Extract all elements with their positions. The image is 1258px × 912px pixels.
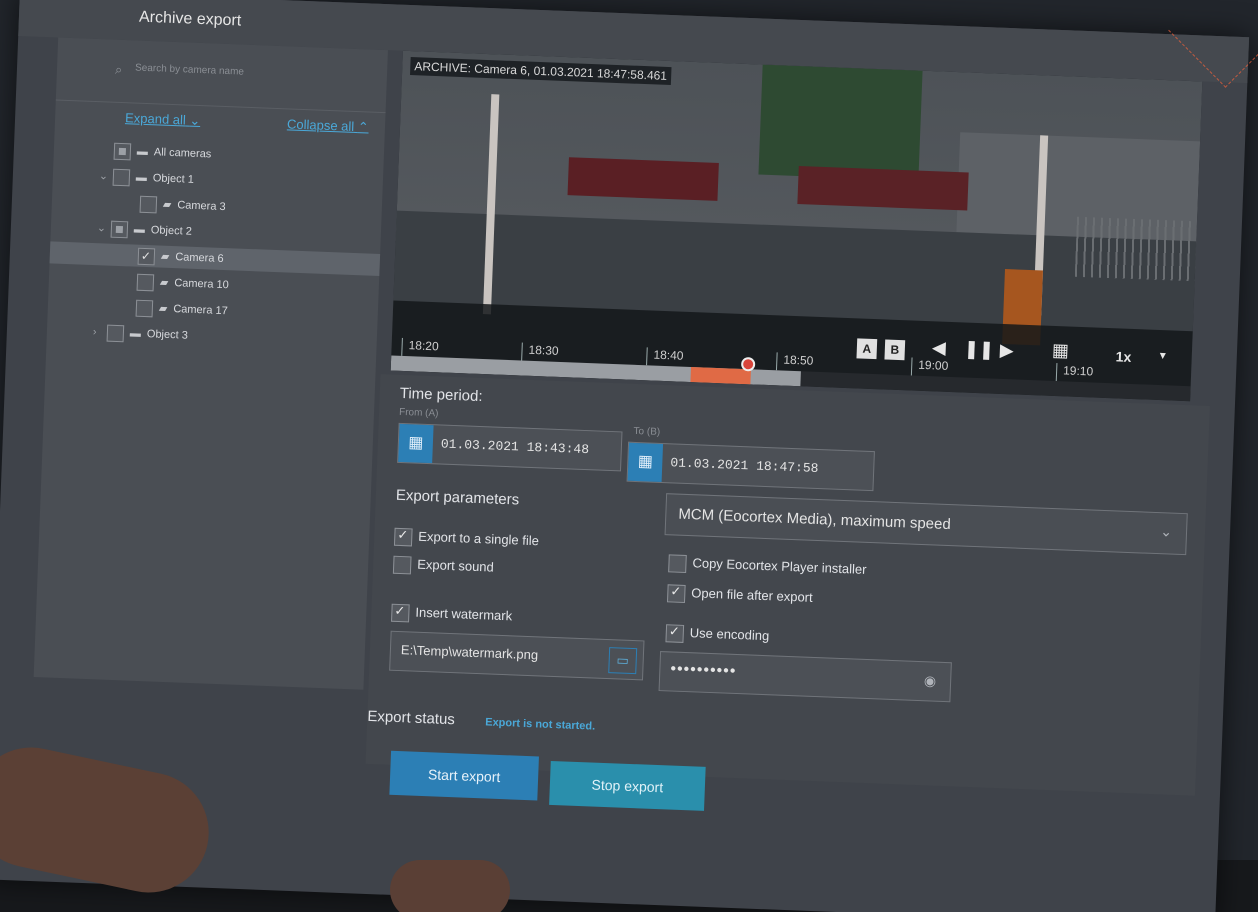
checkbox[interactable]	[393, 527, 413, 547]
to-date-field[interactable]: ▦ 01.03.2021 18:47:58	[626, 441, 875, 492]
checkbox[interactable]	[665, 623, 685, 643]
tree-checkbox[interactable]	[135, 299, 154, 317]
checkbox[interactable]	[668, 553, 687, 573]
export-range[interactable]	[690, 367, 751, 385]
export-parameters-title: Export parameters	[395, 486, 520, 509]
time-period-title: Time period:	[399, 384, 483, 406]
play-icon[interactable]: ▶	[999, 340, 1015, 362]
timeline-tick: 18:20	[401, 337, 439, 358]
format-select[interactable]: MCM (Eocortex Media), maximum speed ⌄	[664, 493, 1188, 556]
checkbox-label: Copy Eocortex Player installer	[692, 555, 867, 577]
timeline-tick: 18:40	[646, 347, 684, 367]
hand	[390, 860, 510, 912]
export-status-label: Export status	[367, 707, 456, 729]
copy-player-checkbox[interactable]: Copy Eocortex Player installer	[668, 553, 867, 579]
timeline-tick: 18:30	[521, 342, 559, 362]
chevron-down-icon: ⌄	[1160, 523, 1173, 540]
camera-icon: ▰	[160, 250, 170, 263]
from-label: From (A)	[398, 406, 439, 420]
checkbox-label: Export to a single file	[418, 528, 540, 549]
chevron-up-icon: ⌃	[357, 119, 370, 135]
insert-watermark-checkbox[interactable]: Insert watermark	[391, 603, 512, 626]
speed-selector[interactable]: 1x	[1115, 348, 1131, 365]
to-date-value: 01.03.2021 18:47:58	[670, 455, 819, 476]
watermark-path-value: E:\Temp\watermark.png	[400, 642, 539, 663]
calendar-icon[interactable]: ▦	[398, 423, 434, 464]
calendar-icon[interactable]: ▦	[1052, 340, 1070, 362]
collapse-all-label: Collapse all	[286, 116, 355, 134]
timeline-tick: 18:50	[775, 352, 814, 372]
scene: Archive export ⌕ Search by camera name E…	[0, 0, 1258, 912]
chevron-right-icon[interactable]: ›	[93, 321, 108, 344]
from-date-value: 01.03.2021 18:43:48	[440, 436, 590, 458]
tree-item-label: Object 3	[146, 328, 189, 342]
tree-checkbox[interactable]	[106, 324, 125, 342]
folder-icon: ▬	[129, 327, 142, 340]
tree-item-label: Camera 17	[173, 303, 228, 318]
start-export-button[interactable]: Start export	[389, 750, 539, 801]
open-after-export-checkbox[interactable]: Open file after export	[666, 583, 813, 607]
collapse-all-link[interactable]: Collapse all ⌃	[287, 116, 369, 135]
tree-item-label: Camera 10	[174, 277, 229, 292]
eye-icon[interactable]: ◉	[924, 672, 937, 689]
checkbox-label: Use encoding	[689, 625, 770, 644]
tree-checkbox[interactable]	[137, 247, 156, 265]
password-field[interactable]: •••••••••• ◉	[658, 651, 952, 703]
tree-item-camera-17[interactable]: ▰ Camera 17	[135, 297, 228, 323]
tree-item-label: Object 2	[150, 224, 193, 238]
folder-icon[interactable]: ▭	[608, 647, 638, 675]
export-status-value: Export is not started.	[484, 716, 596, 733]
video-frame-car	[567, 157, 719, 201]
camera-icon: ▰	[158, 302, 168, 315]
checkbox-label: Open file after export	[691, 585, 813, 605]
mark-a-button[interactable]: A	[856, 338, 878, 360]
checkbox[interactable]	[392, 555, 412, 574]
calendar-icon[interactable]: ▦	[627, 442, 664, 482]
camera-icon: ▰	[159, 276, 169, 289]
format-selected-value: MCM (Eocortex Media), maximum speed	[678, 505, 952, 534]
step-back-icon[interactable]: ◀	[932, 337, 947, 359]
timeline-tick: 19:10	[1055, 363, 1094, 383]
checkbox-label: Export sound	[416, 556, 495, 575]
export-sound-checkbox[interactable]: Export sound	[392, 555, 495, 577]
password-value: ••••••••••	[670, 660, 737, 680]
watermark-path-field[interactable]: E:\Temp\watermark.png ▭	[389, 630, 645, 681]
timeline-tick: 19:00	[910, 357, 949, 377]
use-encoding-checkbox[interactable]: Use encoding	[665, 623, 770, 646]
checkbox-label: Insert watermark	[415, 604, 513, 624]
from-date-field[interactable]: ▦ 01.03.2021 18:43:48	[397, 422, 623, 472]
tree-checkbox[interactable]	[136, 273, 155, 291]
mark-b-button[interactable]: B	[884, 339, 906, 361]
export-form: Time period: From (A) To (B) ▦ 01.03.202…	[365, 374, 1210, 796]
pause-icon[interactable]: ❚❚	[964, 339, 995, 361]
video-frame-car	[797, 166, 969, 211]
tree-item-camera-10[interactable]: ▰ Camera 10	[136, 271, 229, 297]
video-frame-tree	[758, 64, 923, 181]
stop-export-button[interactable]: Stop export	[549, 760, 706, 811]
single-file-checkbox[interactable]: Export to a single file	[393, 527, 540, 551]
tree-item-label: Camera 6	[175, 251, 224, 266]
checkbox[interactable]	[666, 583, 686, 603]
tree-item-label: Camera 3	[177, 199, 226, 214]
checkbox[interactable]	[391, 603, 410, 622]
chevron-down-icon[interactable]: ▾	[1160, 348, 1167, 362]
to-label: To (B)	[633, 425, 661, 438]
tree-item-object-3[interactable]: › ▬ Object 3	[93, 321, 189, 347]
